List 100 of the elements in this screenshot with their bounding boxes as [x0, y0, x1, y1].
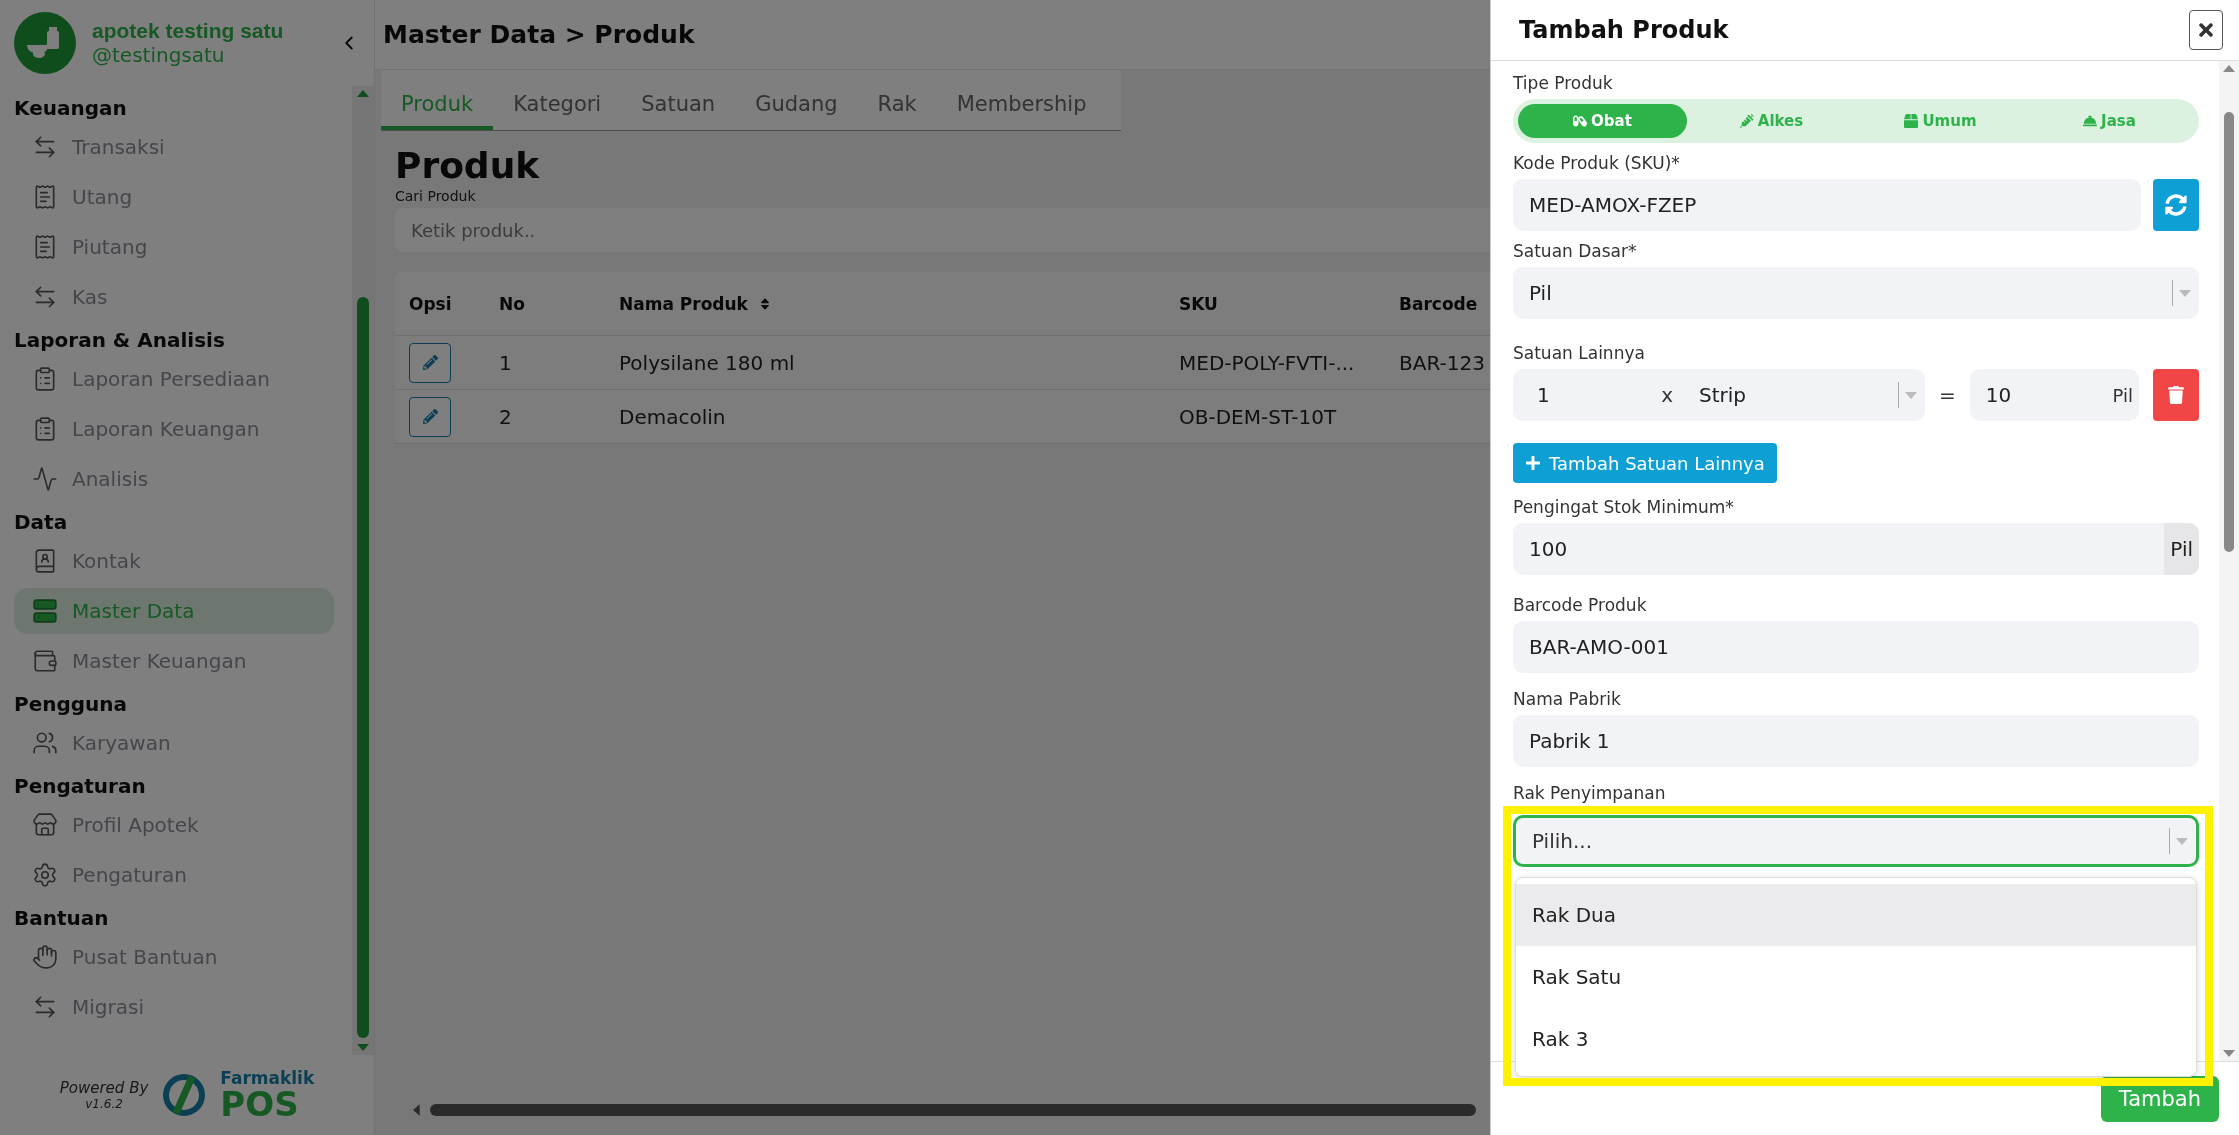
tab[interactable]: Rak	[857, 82, 937, 130]
tab[interactable]: Gudang	[735, 82, 858, 130]
select-field[interactable]: Strip	[1683, 369, 1925, 421]
box-icon	[1904, 114, 1919, 128]
input-field[interactable]: Pabrik 1	[1513, 715, 2199, 767]
logo-word: Farmaklik	[220, 1069, 315, 1087]
scroll-up-icon	[2223, 65, 2235, 72]
dropdown-option[interactable]: Rak 3	[1516, 1008, 2196, 1070]
field-label: Barcode Produk	[1513, 595, 1647, 615]
pharmacy-name: apotek testing satu	[92, 19, 285, 43]
hand-icon	[32, 944, 58, 970]
store-icon	[32, 812, 58, 838]
section-title: Bantuan	[14, 906, 110, 930]
tab[interactable]: Membership	[936, 82, 1107, 130]
column-header: Barcode	[1399, 293, 1478, 314]
trash-icon	[2167, 386, 2185, 404]
table-cell-text: 1	[499, 350, 513, 375]
nav-item[interactable]: Master Keuangan	[14, 638, 334, 684]
nav-item[interactable]: Analisis	[14, 456, 334, 502]
table-cell-text: MED-POLY-FVTI-...	[1179, 350, 1356, 375]
nav-item[interactable]: Transaksi	[14, 124, 334, 170]
scroll-down-icon	[2223, 1050, 2235, 1057]
input-field[interactable]: MED-AMOX-FZEP	[1513, 179, 2141, 231]
table-cell-text: Polysilane 180 ml	[619, 350, 796, 375]
refresh-button[interactable]	[2153, 179, 2199, 231]
tab[interactable]: Produk	[381, 82, 494, 130]
version-text: v1.6.2	[85, 1097, 123, 1111]
search-label: Cari Produk	[395, 188, 477, 204]
nav-item[interactable]: Master Data	[14, 588, 334, 634]
add-unit-button[interactable]: Tambah Satuan Lainnya	[1513, 443, 1777, 483]
nav-item[interactable]: Kas	[14, 274, 334, 320]
nav-item[interactable]: Pengaturan	[14, 852, 334, 898]
bell-icon	[2083, 114, 2098, 128]
edit-button[interactable]	[409, 396, 451, 437]
panel-title: Tambah Produk	[1519, 16, 1729, 44]
close-icon	[2196, 20, 2216, 40]
field-label: Satuan Lainnya	[1513, 343, 1645, 363]
input-field[interactable]: 100 Pil	[1513, 523, 2199, 575]
section-title: Pengguna	[14, 692, 129, 716]
tab[interactable]: Satuan	[621, 82, 736, 130]
field-label: Pengingat Stok Minimum*	[1513, 497, 1734, 517]
unit-label: Pil	[2112, 384, 2134, 406]
tab[interactable]: Kategori	[493, 82, 622, 130]
settings-icon	[32, 862, 58, 888]
wallet-icon	[32, 648, 58, 674]
column-header[interactable]: Nama Produk	[619, 293, 772, 314]
unit-label: Pil	[2164, 523, 2199, 575]
refresh-icon	[2165, 194, 2187, 216]
input-field[interactable]: 10 Pil	[1969, 369, 2139, 421]
scrollbar[interactable]	[2219, 61, 2239, 1061]
scroll-down-icon	[357, 1044, 369, 1051]
input-field[interactable]: 1 x	[1513, 369, 1683, 421]
scroll-thumb[interactable]	[429, 1104, 1476, 1116]
input-field[interactable]: BAR-AMO-001	[1513, 621, 2199, 673]
pharmacy-handle: @testingsatu	[92, 43, 226, 67]
type-option[interactable]: Obat	[1518, 104, 1687, 138]
select-field[interactable]: Pilih...	[1513, 815, 2199, 867]
scroll-left-icon	[413, 1104, 420, 1116]
nav-item[interactable]: Kontak	[14, 538, 334, 584]
logo-word: POS	[220, 1086, 299, 1121]
capsules-icon	[1573, 114, 1588, 128]
times-sign: x	[1660, 383, 1674, 407]
nav-item[interactable]: Pusat Bantuan	[14, 934, 334, 980]
field-label: Rak Penyimpanan	[1513, 783, 1666, 803]
table-cell-text: Demacolin	[619, 404, 727, 429]
nav-item[interactable]: Migrasi	[14, 984, 334, 1030]
field-label: Satuan Dasar*	[1513, 241, 1637, 261]
pencil-icon	[422, 355, 438, 370]
type-option[interactable]: Umum	[1856, 104, 2025, 138]
dropdown-option[interactable]: Rak Satu	[1516, 946, 2196, 1008]
field-label: Nama Pabrik	[1513, 689, 1621, 709]
column-header: Opsi	[409, 293, 452, 314]
nav-item[interactable]: Utang	[14, 174, 334, 220]
delete-button[interactable]	[2153, 369, 2199, 421]
section-title: Pengaturan	[14, 774, 147, 798]
select-field[interactable]: Pil	[1513, 267, 2199, 319]
nav-item[interactable]: Laporan Persediaan	[14, 356, 334, 402]
edit-button[interactable]	[409, 342, 451, 383]
equals-sign: =	[1938, 383, 1957, 407]
scrollbar[interactable]	[352, 86, 374, 1055]
search-field[interactable]: Ketik produk..	[395, 208, 1490, 252]
caret-icon	[2176, 837, 2188, 845]
scroll-thumb[interactable]	[2224, 112, 2234, 552]
section-title: Keuangan	[14, 96, 128, 120]
nav-item[interactable]: Piutang	[14, 224, 334, 270]
type-option[interactable]: Jasa	[2025, 104, 2194, 138]
pencil-icon	[422, 409, 438, 424]
field-label: Tipe Produk	[1513, 73, 1613, 93]
scroll-thumb[interactable]	[357, 297, 369, 1038]
caret-icon	[2179, 289, 2191, 297]
nav-item[interactable]: Profil Apotek	[14, 802, 334, 848]
nav-item[interactable]: Laporan Keuangan	[14, 406, 334, 452]
table-cell-text: OB-DEM-ST-10T	[1179, 404, 1338, 429]
close-button[interactable]	[2189, 10, 2223, 50]
nav-item[interactable]: Karyawan	[14, 720, 334, 766]
type-option[interactable]: Alkes	[1687, 104, 1856, 138]
dropdown-option[interactable]: Rak Dua	[1516, 884, 2196, 946]
field-label: Kode Produk (SKU)*	[1513, 153, 1680, 173]
horizontal-scrollbar[interactable]	[413, 1103, 1476, 1117]
breadcrumb: Master Data > Produk	[383, 20, 695, 49]
